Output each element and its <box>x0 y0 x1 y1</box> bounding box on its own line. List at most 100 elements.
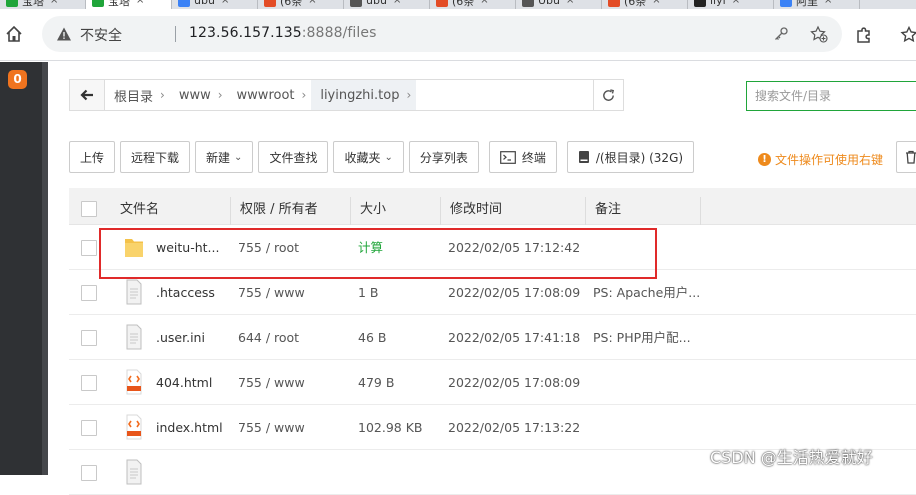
address-bar[interactable]: 不安全 123.56.157.135:8888/files <box>42 16 842 52</box>
breadcrumb-item[interactable]: 根目录 › <box>105 80 170 110</box>
tab-favicon-icon <box>436 0 448 7</box>
tab-title: ubu <box>366 0 387 7</box>
file-name[interactable]: weitu-ht... <box>156 225 226 270</box>
tab-favicon-icon <box>264 0 276 7</box>
col-divider <box>350 197 351 225</box>
share-list-button[interactable]: 分享列表 <box>408 141 479 173</box>
find-label: 文件查找 <box>269 150 318 165</box>
file-name[interactable]: 404.html <box>156 360 226 405</box>
file-note <box>593 360 703 405</box>
key-icon[interactable] <box>773 26 789 42</box>
table-row[interactable]: weitu-ht... 755 / root 计算 2022/02/05 17:12:… <box>69 225 916 270</box>
browser-tab[interactable]: 宝塔 × <box>0 0 86 9</box>
file-permission[interactable]: 755 / root <box>238 225 299 270</box>
back-button[interactable] <box>70 80 105 110</box>
col-divider <box>440 197 441 225</box>
breadcrumb-label: 根目录 <box>114 89 154 105</box>
tab-close-icon[interactable]: × <box>652 0 660 6</box>
remote-download-button[interactable]: 远程下载 <box>120 141 191 173</box>
col-size[interactable]: 大小 <box>360 188 386 225</box>
breadcrumb-item[interactable]: wwwroot › <box>228 80 312 110</box>
file-permission[interactable]: 755 / www <box>238 360 305 405</box>
file-permission[interactable]: 755 / www <box>238 270 305 315</box>
search-input[interactable]: 搜索文件/目录 <box>746 81 916 111</box>
favorites-icon[interactable] <box>900 25 916 45</box>
file-mtime: 2022/02/05 17:08:09 <box>448 375 581 390</box>
tab-title: ubu <box>194 0 215 7</box>
col-name[interactable]: 文件名 <box>120 188 159 225</box>
extensions-icon[interactable] <box>854 25 874 45</box>
disk-button[interactable]: /(根目录) (32G) <box>566 141 695 173</box>
select-all-checkbox[interactable] <box>81 201 97 217</box>
favorites-button[interactable]: 收藏夹 ⌄ <box>333 141 404 173</box>
file-name[interactable] <box>156 450 226 495</box>
col-perm[interactable]: 权限 / 所有者 <box>240 188 318 225</box>
refresh-button[interactable] <box>593 80 623 110</box>
chevron-down-icon: ⌄ <box>234 151 243 163</box>
tab-title: (6条 <box>624 0 647 8</box>
file-permission[interactable]: 755 / www <box>238 405 305 450</box>
table-row[interactable]: 404.html 755 / www 479 B 2022/02/05 17:08:0… <box>69 360 916 405</box>
tab-close-icon[interactable]: × <box>308 0 316 6</box>
tab-title: 宝塔 <box>22 0 44 8</box>
url-text[interactable]: 123.56.157.135:8888/files <box>189 25 377 41</box>
tab-favicon-icon <box>694 0 706 7</box>
insecure-label[interactable]: 不安全 <box>80 25 122 45</box>
file-note: PS: Apache用户... <box>593 285 701 300</box>
col-mtime[interactable]: 修改时间 <box>450 188 502 225</box>
tab-close-icon[interactable]: × <box>732 0 740 6</box>
tab-close-icon[interactable]: × <box>50 0 58 6</box>
tab-close-icon[interactable]: × <box>136 0 144 6</box>
upload-button[interactable]: 上传 <box>69 141 116 173</box>
terminal-label: 终端 <box>521 150 546 165</box>
find-file-button[interactable]: 文件查找 <box>258 141 329 173</box>
browser-tab[interactable]: Ubu × <box>516 0 602 9</box>
breadcrumb-item[interactable]: liyingzhi.top › <box>311 80 417 110</box>
browser-tab[interactable]: ubu × <box>172 0 258 9</box>
notification-badge[interactable]: 0 <box>8 70 27 89</box>
trash-button[interactable] <box>896 141 916 173</box>
warning-icon[interactable] <box>56 26 72 42</box>
browser-tab[interactable]: (6条 × <box>258 0 344 9</box>
row-checkbox[interactable] <box>81 375 97 391</box>
file-size[interactable]: 计算 <box>358 225 383 270</box>
folder-icon <box>122 232 146 262</box>
row-checkbox[interactable] <box>81 285 97 301</box>
chevron-down-icon: ⌄ <box>384 151 393 163</box>
tab-favicon-icon <box>350 0 362 7</box>
browser-tab[interactable]: ubu × <box>344 0 430 9</box>
file-name[interactable]: .user.ini <box>156 315 226 360</box>
file-note <box>593 450 703 495</box>
table-row[interactable]: .user.ini 644 / root 46 B 2022/02/05 17:41:… <box>69 315 916 360</box>
row-checkbox[interactable] <box>81 330 97 346</box>
refresh-icon <box>603 88 615 101</box>
file-name[interactable]: index.html <box>156 405 226 450</box>
breadcrumb-item[interactable]: www › <box>170 80 228 110</box>
path-bar: 根目录 › www › wwwroot › liyingzhi.top › <box>69 79 624 111</box>
file-note <box>593 405 703 450</box>
browser-tab[interactable]: liyi × <box>688 0 774 9</box>
table-row[interactable]: .htaccess 755 / www 1 B 2022/02/05 17:08:09… <box>69 270 916 315</box>
file-name[interactable]: .htaccess <box>156 270 226 315</box>
add-favorite-icon[interactable] <box>810 25 828 43</box>
tab-close-icon[interactable]: × <box>221 0 229 6</box>
col-note[interactable]: 备注 <box>595 188 621 225</box>
row-checkbox[interactable] <box>81 420 97 436</box>
terminal-icon <box>499 150 516 164</box>
terminal-button[interactable]: 终端 <box>488 141 557 173</box>
tab-close-icon[interactable]: × <box>480 0 488 6</box>
tab-close-icon[interactable]: × <box>566 0 574 6</box>
row-checkbox[interactable] <box>81 465 97 481</box>
new-button[interactable]: 新建 ⌄ <box>195 141 254 173</box>
tab-close-icon[interactable]: × <box>824 0 832 6</box>
tab-title: 阿里 <box>796 0 818 8</box>
tab-title: liyi <box>710 0 726 7</box>
file-permission[interactable]: 644 / root <box>238 315 299 360</box>
browser-tab[interactable]: (6条 × <box>602 0 688 9</box>
tab-close-icon[interactable]: × <box>393 0 401 6</box>
browser-tab[interactable]: 宝塔 × <box>86 0 172 9</box>
browser-tab[interactable]: 阿里 × <box>774 0 860 9</box>
row-checkbox[interactable] <box>81 240 97 256</box>
browser-tab[interactable]: (6条 × <box>430 0 516 9</box>
home-icon[interactable] <box>4 24 24 44</box>
